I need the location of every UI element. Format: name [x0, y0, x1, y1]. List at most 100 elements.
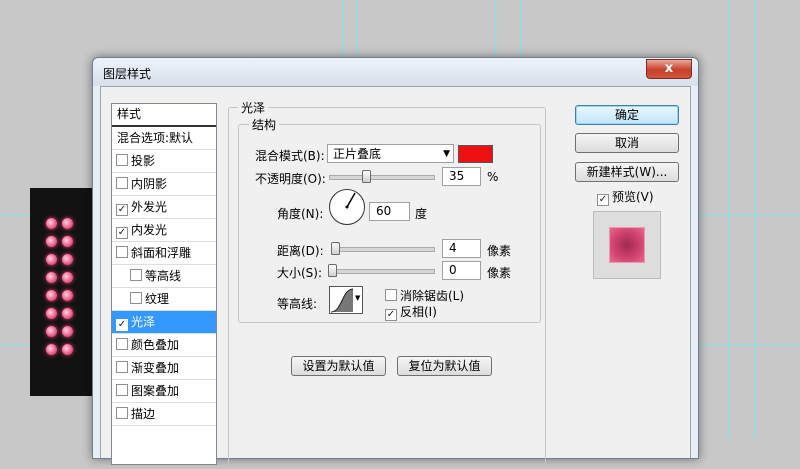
style-item-label: 描边	[131, 407, 156, 421]
dialog-client: 样式 混合选项:默认 投影 内阴影 ✓ 外发光 ✓ 内发光 斜面和浮雕 等高线 纹理 ✓ 光泽 颜色叠…	[100, 86, 691, 469]
style-item-label: 外发光	[131, 200, 168, 214]
checkbox-icon: ✓	[385, 309, 397, 321]
title-bar[interactable]: 图层样式 x	[93, 58, 698, 86]
style-item[interactable]: ✓ 外发光	[112, 196, 216, 219]
style-item[interactable]: 描边	[112, 403, 216, 426]
distance-input[interactable]: 4	[442, 239, 481, 258]
angle-dial[interactable]	[329, 189, 365, 225]
canvas-dot	[46, 272, 57, 283]
contour-label: 等高线:	[277, 297, 318, 311]
size-input[interactable]: 0	[442, 261, 481, 280]
contour-picker[interactable]: ▼	[329, 286, 363, 314]
style-item[interactable]: 颜色叠加	[112, 334, 216, 357]
checkbox-icon[interactable]	[116, 246, 128, 258]
gloss-group-title: 光泽	[238, 99, 269, 116]
size-slider[interactable]	[331, 269, 435, 274]
opacity-input[interactable]: 35	[442, 167, 481, 186]
style-item-label: 渐变叠加	[131, 361, 180, 375]
size-slider-handle[interactable]	[328, 264, 337, 277]
canvas-dot	[46, 236, 57, 247]
antialias-checkbox[interactable]: 消除锯齿(L)	[385, 287, 464, 304]
style-item[interactable]: 等高线	[112, 265, 216, 288]
ok-button[interactable]: 确定	[575, 105, 679, 125]
close-button[interactable]: x	[646, 59, 692, 79]
size-unit: 像素	[487, 266, 512, 280]
invert-checkbox[interactable]: ✓ 反相(I)	[385, 303, 437, 321]
opacity-slider[interactable]	[329, 175, 435, 180]
style-item[interactable]: ✓ 光泽	[112, 311, 216, 334]
guide-line	[755, 0, 756, 440]
contour-curve-icon: ▼	[330, 288, 361, 313]
new-style-button[interactable]: 新建样式(W)...	[575, 162, 679, 182]
antialias-label: 消除锯齿(L)	[400, 289, 465, 303]
style-item[interactable]: 投影	[112, 150, 216, 173]
cancel-button[interactable]: 取消	[575, 133, 679, 153]
styles-header[interactable]: 样式	[112, 104, 216, 127]
canvas-dot	[62, 290, 73, 301]
styles-list: 样式 混合选项:默认 投影 内阴影 ✓ 外发光 ✓ 内发光 斜面和浮雕 等高线 纹理 ✓ 光泽 颜色叠…	[111, 103, 217, 465]
checkbox-icon[interactable]	[116, 361, 128, 373]
checkbox-icon[interactable]	[116, 177, 128, 189]
style-item[interactable]: 纹理	[112, 288, 216, 311]
checkbox-icon[interactable]: ✓	[116, 319, 128, 331]
opacity-unit: %	[487, 170, 499, 184]
checkbox-icon[interactable]	[116, 154, 128, 166]
svg-text:▼: ▼	[355, 294, 361, 302]
style-item-label: 图案叠加	[131, 384, 180, 398]
canvas-dot	[62, 218, 73, 229]
distance-label: 距离(D):	[277, 244, 324, 258]
checkbox-icon: ✓	[597, 194, 609, 206]
style-item[interactable]: 斜面和浮雕	[112, 242, 216, 265]
set-default-button[interactable]: 设置为默认值	[291, 356, 386, 376]
style-item[interactable]: 图案叠加	[112, 380, 216, 403]
checkbox-icon[interactable]	[116, 407, 128, 419]
canvas-dot	[46, 308, 57, 319]
checkbox-icon	[385, 289, 397, 301]
distance-slider[interactable]	[331, 247, 435, 252]
canvas-dot	[62, 272, 73, 283]
checkbox-icon[interactable]: ✓	[116, 227, 128, 239]
preview-checkbox[interactable]: ✓ 预览(V)	[597, 188, 654, 206]
checkbox-icon[interactable]	[116, 384, 128, 396]
checkbox-icon[interactable]	[130, 269, 142, 281]
reset-default-button[interactable]: 复位为默认值	[397, 356, 492, 376]
style-item[interactable]: 内阴影	[112, 173, 216, 196]
angle-input[interactable]: 60	[369, 202, 410, 221]
distance-slider-handle[interactable]	[331, 242, 340, 255]
style-item-label: 纹理	[145, 292, 170, 306]
blend-options-item[interactable]: 混合选项:默认	[112, 127, 216, 150]
checkbox-icon[interactable]	[116, 338, 128, 350]
blend-mode-label: 混合模式(B):	[255, 149, 325, 163]
canvas-dot	[46, 326, 57, 337]
blend-mode-value: 正片叠底	[333, 147, 382, 161]
blend-mode-select[interactable]: 正片叠底 ▼	[327, 144, 454, 163]
style-item-label: 内阴影	[131, 177, 168, 191]
blend-color-swatch[interactable]	[458, 145, 493, 163]
chevron-down-icon: ▼	[443, 149, 450, 159]
invert-label: 反相(I)	[400, 305, 437, 319]
style-item-label: 投影	[131, 154, 156, 168]
style-item-label: 等高线	[145, 269, 182, 283]
checkbox-icon[interactable]: ✓	[116, 204, 128, 216]
preview-thumbnail	[593, 211, 661, 279]
style-item[interactable]: 渐变叠加	[112, 357, 216, 380]
canvas-dot	[46, 290, 57, 301]
style-item-label: 光泽	[131, 315, 156, 329]
dialog-title: 图层样式	[103, 67, 152, 81]
checkbox-icon[interactable]	[130, 292, 142, 304]
canvas-dot	[46, 218, 57, 229]
size-label: 大小(S):	[277, 266, 323, 280]
canvas-dot	[62, 326, 73, 337]
style-item-label: 斜面和浮雕	[131, 246, 192, 260]
style-item[interactable]: ✓ 内发光	[112, 219, 216, 242]
canvas-dot	[62, 344, 73, 355]
style-item-label: 颜色叠加	[131, 338, 180, 352]
canvas-dot	[62, 254, 73, 265]
style-item-label: 内发光	[131, 223, 168, 237]
opacity-label: 不透明度(O):	[255, 172, 326, 186]
opacity-slider-handle[interactable]	[362, 170, 372, 183]
preview-swatch	[610, 228, 644, 262]
angle-unit: 度	[415, 207, 428, 221]
distance-unit: 像素	[487, 244, 512, 258]
canvas-dot	[62, 236, 73, 247]
